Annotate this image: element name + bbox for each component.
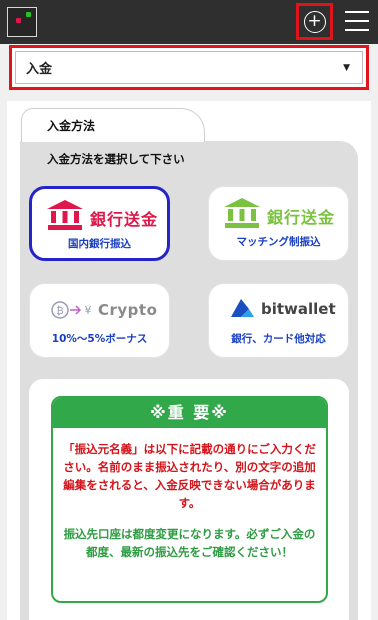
logo-red-dot: [16, 18, 21, 23]
bank-icon: [224, 198, 260, 228]
logo-green-dot: [26, 12, 31, 17]
method-caption: マッチング制振込: [236, 236, 321, 248]
svg-text:₿: ₿: [56, 305, 63, 317]
method-caption: 銀行、カード他対応: [231, 333, 326, 345]
bank-transfer-logo-text: 銀行送金: [90, 210, 159, 229]
bitwallet-logo-icon: [231, 299, 254, 317]
tab-label: 入金方法: [47, 119, 96, 133]
notice-info-text: 振込先口座は都度変更になります。必ずご入金の都度、最新の振込先をご確認ください！: [63, 527, 316, 559]
method-card-matching-transfer[interactable]: 銀行送金 マッチング制振込: [208, 186, 349, 261]
bank-icon: [47, 200, 83, 230]
transaction-type-select-highlight: 入金 ▼: [9, 45, 369, 90]
method-card-bitwallet[interactable]: bitwallet 銀行、カード他対応: [208, 283, 349, 358]
method-caption: 10%～5%ボーナス: [51, 333, 148, 345]
method-caption: 国内銀行振込: [68, 238, 131, 250]
important-notice-box: ※重 要※ 「振込元名義」は以下に記載の通りにご入力ください。名前のまま振込され…: [51, 396, 328, 603]
logo[interactable]: [7, 7, 37, 37]
notice-warning-text: 「振込元名義」は以下に記載の通りにご入力ください。名前のまま振込されたり、別の文…: [63, 442, 316, 510]
crypto-exchange-icon: ₿ ¥: [51, 301, 92, 319]
transaction-type-select[interactable]: 入金 ▼: [15, 51, 363, 84]
menu-bar-line: [345, 29, 369, 31]
bitwallet-logo-text: bitwallet: [261, 300, 336, 318]
add-button[interactable]: +: [296, 3, 333, 40]
method-card-crypto[interactable]: ₿ ¥ Crypto 10%～5%ボーナス: [29, 283, 170, 358]
plus-circle-icon: +: [303, 10, 326, 33]
method-card-domestic-bank[interactable]: 銀行送金 国内銀行振込: [29, 186, 170, 261]
method-instruction: 入金方法を選択して下さい: [47, 152, 185, 166]
menu-bar-line: [345, 11, 369, 13]
notice-title: ※重 要※: [53, 398, 326, 428]
crypto-logo-text: Crypto: [98, 301, 158, 319]
menu-bar-line: [345, 20, 369, 22]
svg-text:¥: ¥: [85, 304, 92, 317]
bank-transfer-logo-text: 銀行送金: [267, 208, 336, 227]
caret-down-icon: ▼: [343, 62, 350, 73]
select-value: 入金: [26, 62, 53, 77]
hamburger-menu-button[interactable]: [345, 11, 369, 31]
top-bar: +: [0, 0, 378, 44]
